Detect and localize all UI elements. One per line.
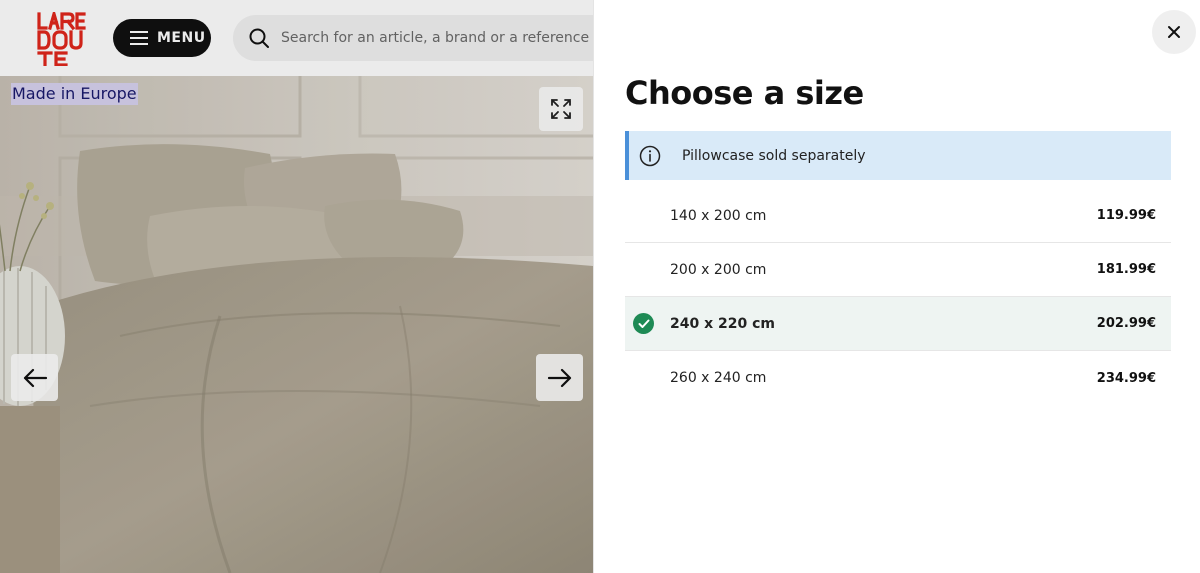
next-image-button[interactable] (536, 354, 583, 401)
close-icon (1168, 26, 1180, 38)
close-drawer-button[interactable] (1152, 10, 1196, 54)
info-text: Pillowcase sold separately (682, 147, 866, 164)
size-price: 181.99€ (1096, 262, 1156, 277)
size-price: 234.99€ (1096, 370, 1156, 386)
size-label: 240 x 220 cm (670, 315, 775, 332)
info-icon (639, 145, 661, 166)
size-price: 119.99€ (1096, 208, 1156, 223)
arrow-right-icon (547, 368, 571, 387)
hamburger-icon (130, 31, 148, 45)
product-image[interactable] (0, 76, 593, 573)
made-in-europe-badge: Made in Europe (11, 83, 138, 105)
check-icon (633, 313, 654, 334)
previous-image-button[interactable] (11, 354, 58, 401)
size-drawer: Choose a size Pillowcase sold separately… (593, 0, 1200, 573)
size-list: 140 x 200 cm 119.99€ 200 x 200 cm 181.99… (625, 189, 1171, 405)
search-placeholder: Search for an article, a brand or a refe… (281, 30, 612, 46)
expand-icon (551, 99, 571, 119)
drawer-title: Choose a size (625, 74, 864, 112)
menu-button[interactable]: MENU (113, 19, 211, 57)
logo-mark (37, 8, 86, 67)
size-option-260x240[interactable]: 260 x 240 cm 234.99€ (625, 351, 1171, 405)
brand-logo[interactable] (36, 8, 92, 67)
size-option-240x220[interactable]: 240 x 220 cm 202.99€ (625, 297, 1171, 351)
info-banner: Pillowcase sold separately (625, 131, 1171, 180)
size-option-140x200[interactable]: 140 x 200 cm 119.99€ (625, 189, 1171, 243)
size-label: 260 x 240 cm (670, 370, 767, 386)
size-option-200x200[interactable]: 200 x 200 cm 181.99€ (625, 243, 1171, 297)
bed-photo (0, 76, 593, 573)
size-label: 200 x 200 cm (670, 261, 767, 278)
expand-image-button[interactable] (539, 87, 583, 131)
size-price: 202.99€ (1096, 316, 1156, 331)
size-label: 140 x 200 cm (670, 207, 767, 224)
menu-label: MENU (157, 30, 206, 46)
search-icon (249, 28, 269, 48)
arrow-left-icon (23, 368, 47, 387)
